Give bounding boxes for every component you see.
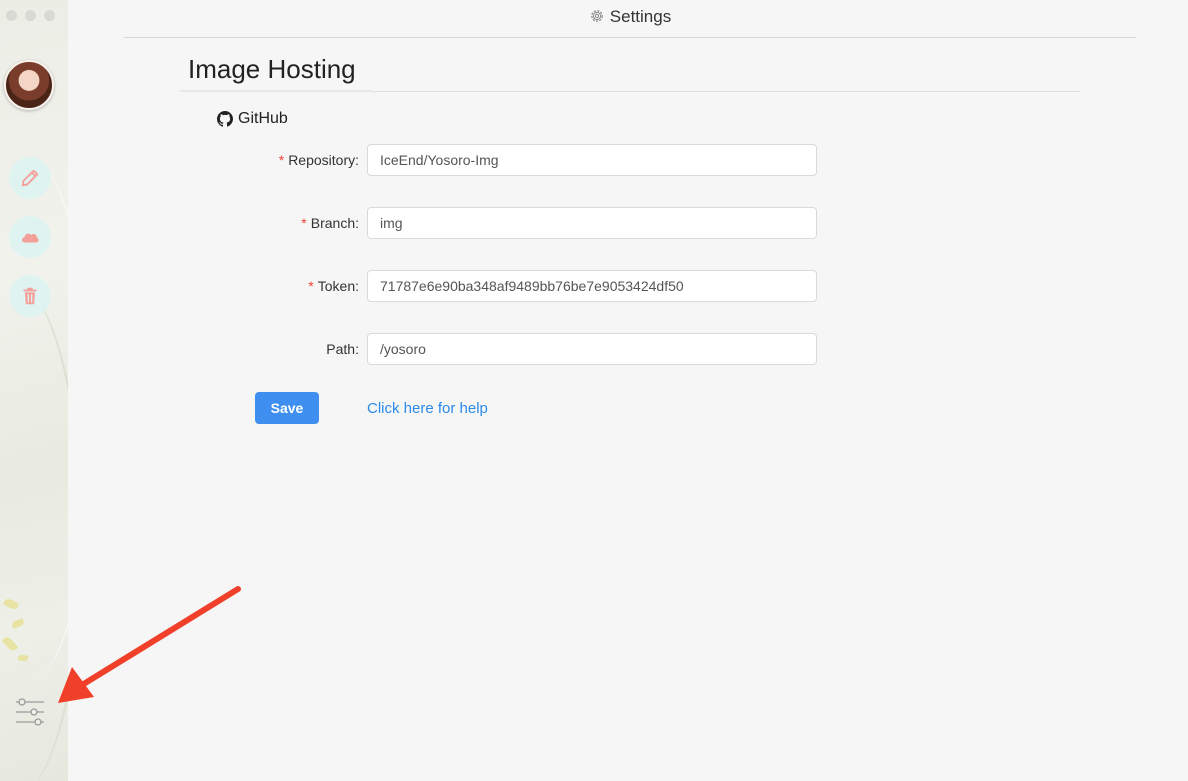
annotation-arrow bbox=[58, 586, 241, 703]
label-colon: : bbox=[355, 278, 359, 294]
repository-row: * Repository: bbox=[0, 144, 359, 176]
section-header: GitHub bbox=[217, 110, 288, 128]
branch-input[interactable]: img bbox=[367, 207, 817, 239]
label-colon: : bbox=[355, 152, 359, 168]
page-title: Image Hosting bbox=[188, 54, 356, 84]
title-divider-accent bbox=[180, 90, 372, 92]
repository-label: * Repository: bbox=[278, 152, 359, 168]
branch-row: * Branch: bbox=[0, 207, 359, 239]
repository-input[interactable]: IceEnd/Yosoro-Img bbox=[367, 144, 817, 176]
window-title: Settings bbox=[0, 7, 1188, 27]
header-divider bbox=[124, 37, 1136, 38]
path-label: Path: bbox=[326, 341, 359, 357]
gear-icon bbox=[590, 10, 603, 22]
path-input[interactable]: /yosoro bbox=[367, 333, 817, 365]
help-link[interactable]: Click here for help bbox=[367, 400, 488, 417]
save-button[interactable]: Save bbox=[255, 392, 319, 424]
avatar[interactable] bbox=[4, 60, 54, 110]
label-colon: : bbox=[355, 215, 359, 231]
sliders-icon[interactable] bbox=[14, 697, 46, 727]
label-colon: : bbox=[355, 341, 359, 357]
token-input[interactable]: 71787e6e90ba348af9489bb76be7e9053424df50 bbox=[367, 270, 817, 302]
token-label: * Token: bbox=[308, 278, 359, 294]
required-mark: * bbox=[301, 215, 307, 231]
branch-label: * Branch: bbox=[301, 215, 359, 231]
window-title-text: Settings bbox=[609, 7, 672, 26]
github-icon bbox=[217, 111, 233, 127]
section-title: GitHub bbox=[238, 110, 288, 127]
required-mark: * bbox=[278, 152, 285, 168]
token-row: * Token: bbox=[0, 270, 359, 302]
required-mark: * bbox=[308, 278, 314, 294]
path-row: Path: bbox=[0, 333, 359, 365]
